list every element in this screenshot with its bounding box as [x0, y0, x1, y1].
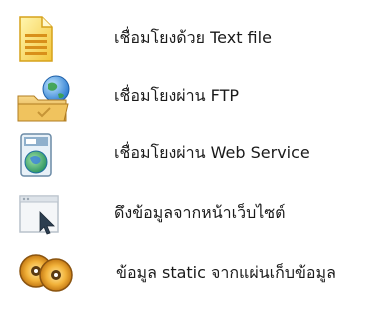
web-service-icon — [14, 131, 74, 181]
text-file-icon — [14, 14, 74, 64]
list-item-website[interactable]: ดึงข้อมูลจากหน้าเว็บไซต์ — [0, 190, 389, 240]
list-item-label: ข้อมูล static จากแผ่นเก็บข้อมูล — [116, 263, 336, 282]
list-item-label: เชื่อมโยงผ่าน Web Service — [114, 143, 310, 162]
list-item-label: เชื่อมโยงผ่าน FTP — [114, 86, 239, 105]
list-item-web-service[interactable]: เชื่อมโยงผ่าน Web Service — [0, 131, 389, 181]
website-cursor-icon — [14, 190, 74, 240]
ftp-folder-icon — [14, 74, 74, 124]
list-item-label: ดึงข้อมูลจากหน้าเว็บไซต์ — [114, 203, 286, 222]
list-item-ftp[interactable]: เชื่อมโยงผ่าน FTP — [0, 74, 389, 124]
data-source-list: เชื่อมโยงด้วย Text file เชื่อมโยงผ่าน FT… — [0, 0, 389, 313]
list-item-static-media[interactable]: ข้อมูล static จากแผ่นเก็บข้อมูล — [0, 247, 389, 297]
list-item-text-file[interactable]: เชื่อมโยงด้วย Text file — [0, 14, 389, 64]
discs-icon — [14, 247, 74, 297]
list-item-label: เชื่อมโยงด้วย Text file — [114, 28, 272, 47]
